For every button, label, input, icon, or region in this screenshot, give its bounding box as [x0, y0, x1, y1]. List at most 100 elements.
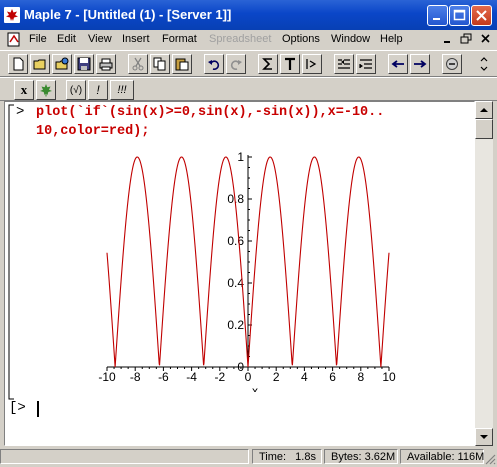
status-available: Available: 116M: [400, 449, 484, 464]
x-tick-label: 4: [301, 370, 308, 384]
maple-input-button[interactable]: [36, 80, 56, 100]
maple-leaf-icon: [40, 84, 52, 97]
x-tick-label: 0: [245, 370, 252, 384]
title-bar[interactable]: Maple 7 - [Untitled (1) - [Server 1]]: [0, 0, 497, 30]
menu-view[interactable]: View: [88, 33, 112, 45]
check-syntax-button[interactable]: (√): [66, 80, 86, 100]
x-tick-label: -2: [214, 370, 225, 384]
menu-options[interactable]: Options: [282, 33, 320, 45]
new-button[interactable]: [8, 54, 28, 74]
scroll-up-icon: [480, 108, 488, 112]
stop-button[interactable]: [442, 54, 462, 74]
window-title: Maple 7 - [Untitled (1) - [Server 1]]: [24, 7, 232, 22]
vertical-scrollbar[interactable]: [475, 101, 493, 446]
x-tick-label: -8: [130, 370, 141, 384]
open-url-icon: [55, 57, 69, 70]
maple-app-icon[interactable]: [4, 7, 20, 23]
copy-button[interactable]: [150, 54, 170, 74]
resize-grip-icon[interactable]: [484, 453, 496, 465]
execute-button[interactable]: !: [88, 80, 108, 100]
close-button[interactable]: [471, 5, 492, 26]
text-cursor: [37, 401, 39, 417]
scroll-up-button[interactable]: [475, 101, 493, 119]
command-line-1[interactable]: plot(`if`(sin(x)>=0,sin(x),-sin(x)),x=-1…: [36, 105, 384, 120]
back-icon: [391, 60, 404, 68]
back-button[interactable]: [388, 54, 408, 74]
minimize-icon: [444, 41, 450, 43]
scroll-down-icon: [480, 435, 488, 439]
save-icon: [77, 57, 91, 71]
mdi-close-button[interactable]: [478, 32, 494, 46]
document-icon[interactable]: [6, 32, 22, 47]
open-button[interactable]: [30, 54, 50, 74]
text-icon: [285, 57, 295, 70]
stop-icon: [446, 58, 458, 70]
cut-icon: [132, 57, 144, 71]
execution-group-bracket[interactable]: [8, 104, 16, 400]
minimize-button[interactable]: [427, 5, 448, 26]
redo-icon: [230, 60, 242, 71]
time-label: Time:: [259, 451, 287, 463]
toolbar-scroll[interactable]: [477, 53, 491, 75]
forward-icon: [414, 60, 427, 68]
expand-section-button[interactable]: [356, 54, 376, 74]
worksheet[interactable]: > plot(`if`(sin(x)>=0,sin(x),-sin(x)),x=…: [4, 101, 475, 446]
redo-button: [226, 54, 246, 74]
maximize-button[interactable]: [449, 5, 470, 26]
new-icon: [13, 57, 24, 71]
math-mode-button[interactable]: x: [14, 80, 34, 100]
x-tick-label: -4: [186, 370, 197, 384]
mdi-restore-button[interactable]: [458, 32, 474, 46]
status-bytes: Bytes: 3.62M: [324, 449, 398, 464]
y-tick-label: 0.2: [227, 318, 244, 332]
menu-help[interactable]: Help: [380, 33, 403, 45]
status-message: [0, 449, 249, 464]
plot-output[interactable]: -10 -8 -6 -4 -2 0 2 4 6 8 1000.20.40.60.81x: [85, 147, 405, 392]
y-tick-label: 0.6: [227, 234, 244, 248]
prompt-button[interactable]: [302, 54, 322, 74]
x-tick-label: -10: [98, 370, 116, 384]
x-tick-label: 6: [329, 370, 336, 384]
cut-button[interactable]: [128, 54, 148, 74]
menu-format[interactable]: Format: [162, 33, 197, 45]
undo-icon: [208, 60, 220, 71]
menu-edit[interactable]: Edit: [57, 33, 76, 45]
print-button[interactable]: [96, 54, 116, 74]
collapse-section-button[interactable]: [334, 54, 354, 74]
x-tick-label: 8: [357, 370, 364, 384]
prompt-icon: [306, 59, 317, 69]
close-icon: [476, 10, 487, 21]
forward-button[interactable]: [410, 54, 430, 74]
paste-icon: [175, 58, 189, 71]
paste-button[interactable]: [172, 54, 192, 74]
empty-prompt[interactable]: [>: [9, 400, 26, 416]
save-button[interactable]: [74, 54, 94, 74]
mdi-minimize-button[interactable]: [440, 32, 456, 46]
sigma-button[interactable]: [258, 54, 278, 74]
print-icon: [99, 58, 113, 71]
expand-section-icon: [359, 59, 372, 69]
y-tick-label: 1: [237, 150, 244, 164]
execute-all-button[interactable]: !!!: [110, 80, 134, 100]
menu-file[interactable]: File: [29, 33, 47, 45]
status-bar: Time: 1.8s Bytes: 3.62M Available: 116M: [0, 447, 497, 467]
undo-button[interactable]: [204, 54, 224, 74]
x-tick-label: 10: [382, 370, 396, 384]
minimize-icon: [433, 18, 440, 20]
scroll-thumb[interactable]: [475, 119, 493, 139]
open-url-button[interactable]: [52, 54, 72, 74]
time-value: 1.8s: [295, 451, 316, 463]
maximize-icon: [453, 9, 466, 21]
status-time: Time: 1.8s: [252, 449, 322, 464]
text-button[interactable]: [280, 54, 300, 74]
menu-insert[interactable]: Insert: [122, 33, 150, 45]
menu-window[interactable]: Window: [331, 33, 370, 45]
menu-bar: File Edit View Insert Format Spreadsheet…: [0, 30, 497, 49]
sigma-icon: [262, 58, 272, 70]
scroll-down-button[interactable]: [475, 428, 493, 446]
toolbar-scroll-icon: [480, 57, 488, 71]
close-icon: [481, 34, 490, 43]
collapse-section-icon: [338, 59, 350, 69]
x-axis-label: x: [252, 384, 258, 392]
command-line-2[interactable]: 10,color=red);: [36, 124, 149, 139]
